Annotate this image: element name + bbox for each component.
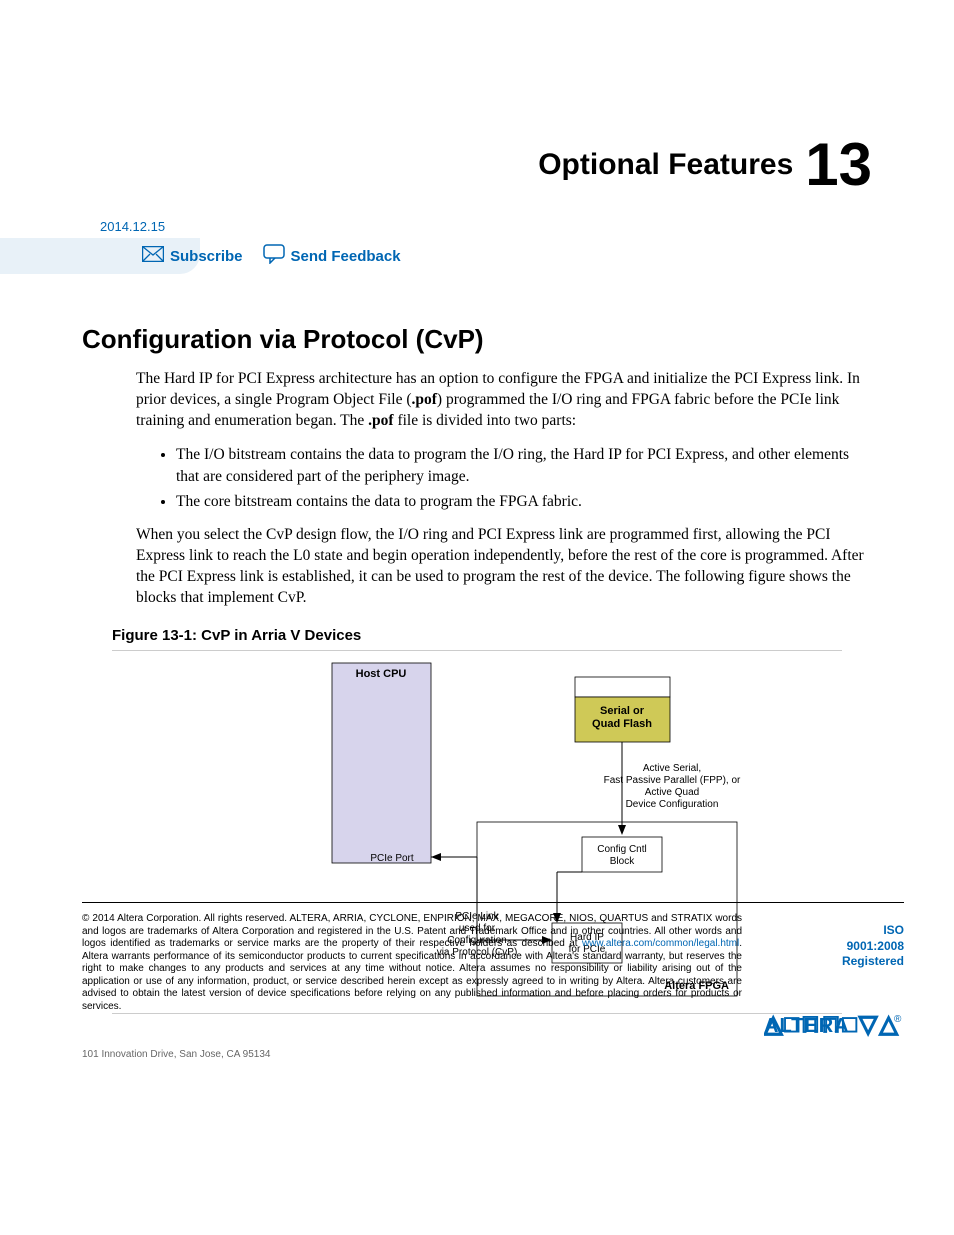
flash-label-1: Serial or [600, 705, 645, 717]
copyright-symbol: © [82, 913, 89, 924]
speech-bubble-icon [263, 244, 285, 268]
subscribe-link[interactable]: Subscribe [142, 246, 243, 266]
iso-line2: 9001:2008 [764, 939, 904, 955]
svg-text:Device Configuration: Device Configuration [626, 799, 719, 810]
section-heading: Configuration via Protocol (CvP) [82, 324, 872, 355]
figure-rule-top [112, 650, 842, 651]
action-banner: Subscribe Send Feedback [82, 238, 872, 274]
figure-caption: Figure 13-1: CvP in Arria V Devices [112, 627, 872, 644]
iso-badge[interactable]: ISO 9001:2008 Registered [764, 923, 904, 970]
title-number: 13 [805, 130, 872, 199]
p1d: .pof [368, 412, 393, 429]
svg-text:Fast Passive Parallel (FPP), o: Fast Passive Parallel (FPP), or [604, 775, 741, 786]
subscribe-label: Subscribe [170, 248, 243, 265]
svg-text:Active Serial,: Active Serial, [643, 763, 701, 774]
footer-right: ISO 9001:2008 Registered △□⊓⊓□▽△ ALTERA … [764, 923, 904, 1045]
feedback-link[interactable]: Send Feedback [263, 244, 401, 268]
chapter-title: Optional Features 13 [82, 130, 872, 199]
paragraph-1: The Hard IP for PCI Express architecture… [136, 369, 872, 432]
svg-text:PCIe Port: PCIe Port [370, 853, 414, 864]
address: 101 Innovation Drive, San Jose, CA 95134 [82, 1049, 904, 1060]
svg-text:Block: Block [610, 856, 635, 867]
legal-link[interactable]: www.altera.com/common/legal.html [582, 938, 739, 949]
svg-text:®: ® [894, 1014, 902, 1025]
feedback-label: Send Feedback [291, 248, 401, 265]
altera-logo: △□⊓⊓□▽△ ALTERA ® [764, 1010, 904, 1045]
svg-text:Active Quad: Active Quad [645, 787, 699, 798]
svg-text:Config Cntl: Config Cntl [597, 844, 646, 855]
document-date: 2014.12.15 [100, 219, 872, 234]
iso-line1: ISO [764, 923, 904, 939]
svg-text:ALTERA: ALTERA [764, 1015, 850, 1037]
page-footer: © 2014 Altera Corporation. All rights re… [82, 902, 904, 1060]
envelope-icon [142, 246, 164, 266]
flash-label-2: Quad Flash [592, 718, 652, 730]
title-text: Optional Features [538, 148, 793, 182]
list-item: The core bitstream contains the data to … [176, 491, 872, 513]
copyright-text: © 2014 Altera Corporation. All rights re… [82, 913, 742, 1013]
list-item: The I/O bitstream contains the data to p… [176, 444, 872, 489]
p1b: .pof [411, 391, 436, 408]
bullet-list: The I/O bitstream contains the data to p… [156, 444, 872, 513]
p1e: file is divided into two parts: [394, 412, 577, 429]
footer-text-2: . Altera warrants performance of its sem… [82, 938, 742, 1012]
host-label: Host CPU [356, 668, 407, 680]
paragraph-2: When you select the CvP design flow, the… [136, 525, 872, 609]
iso-line3: Registered [764, 954, 904, 970]
